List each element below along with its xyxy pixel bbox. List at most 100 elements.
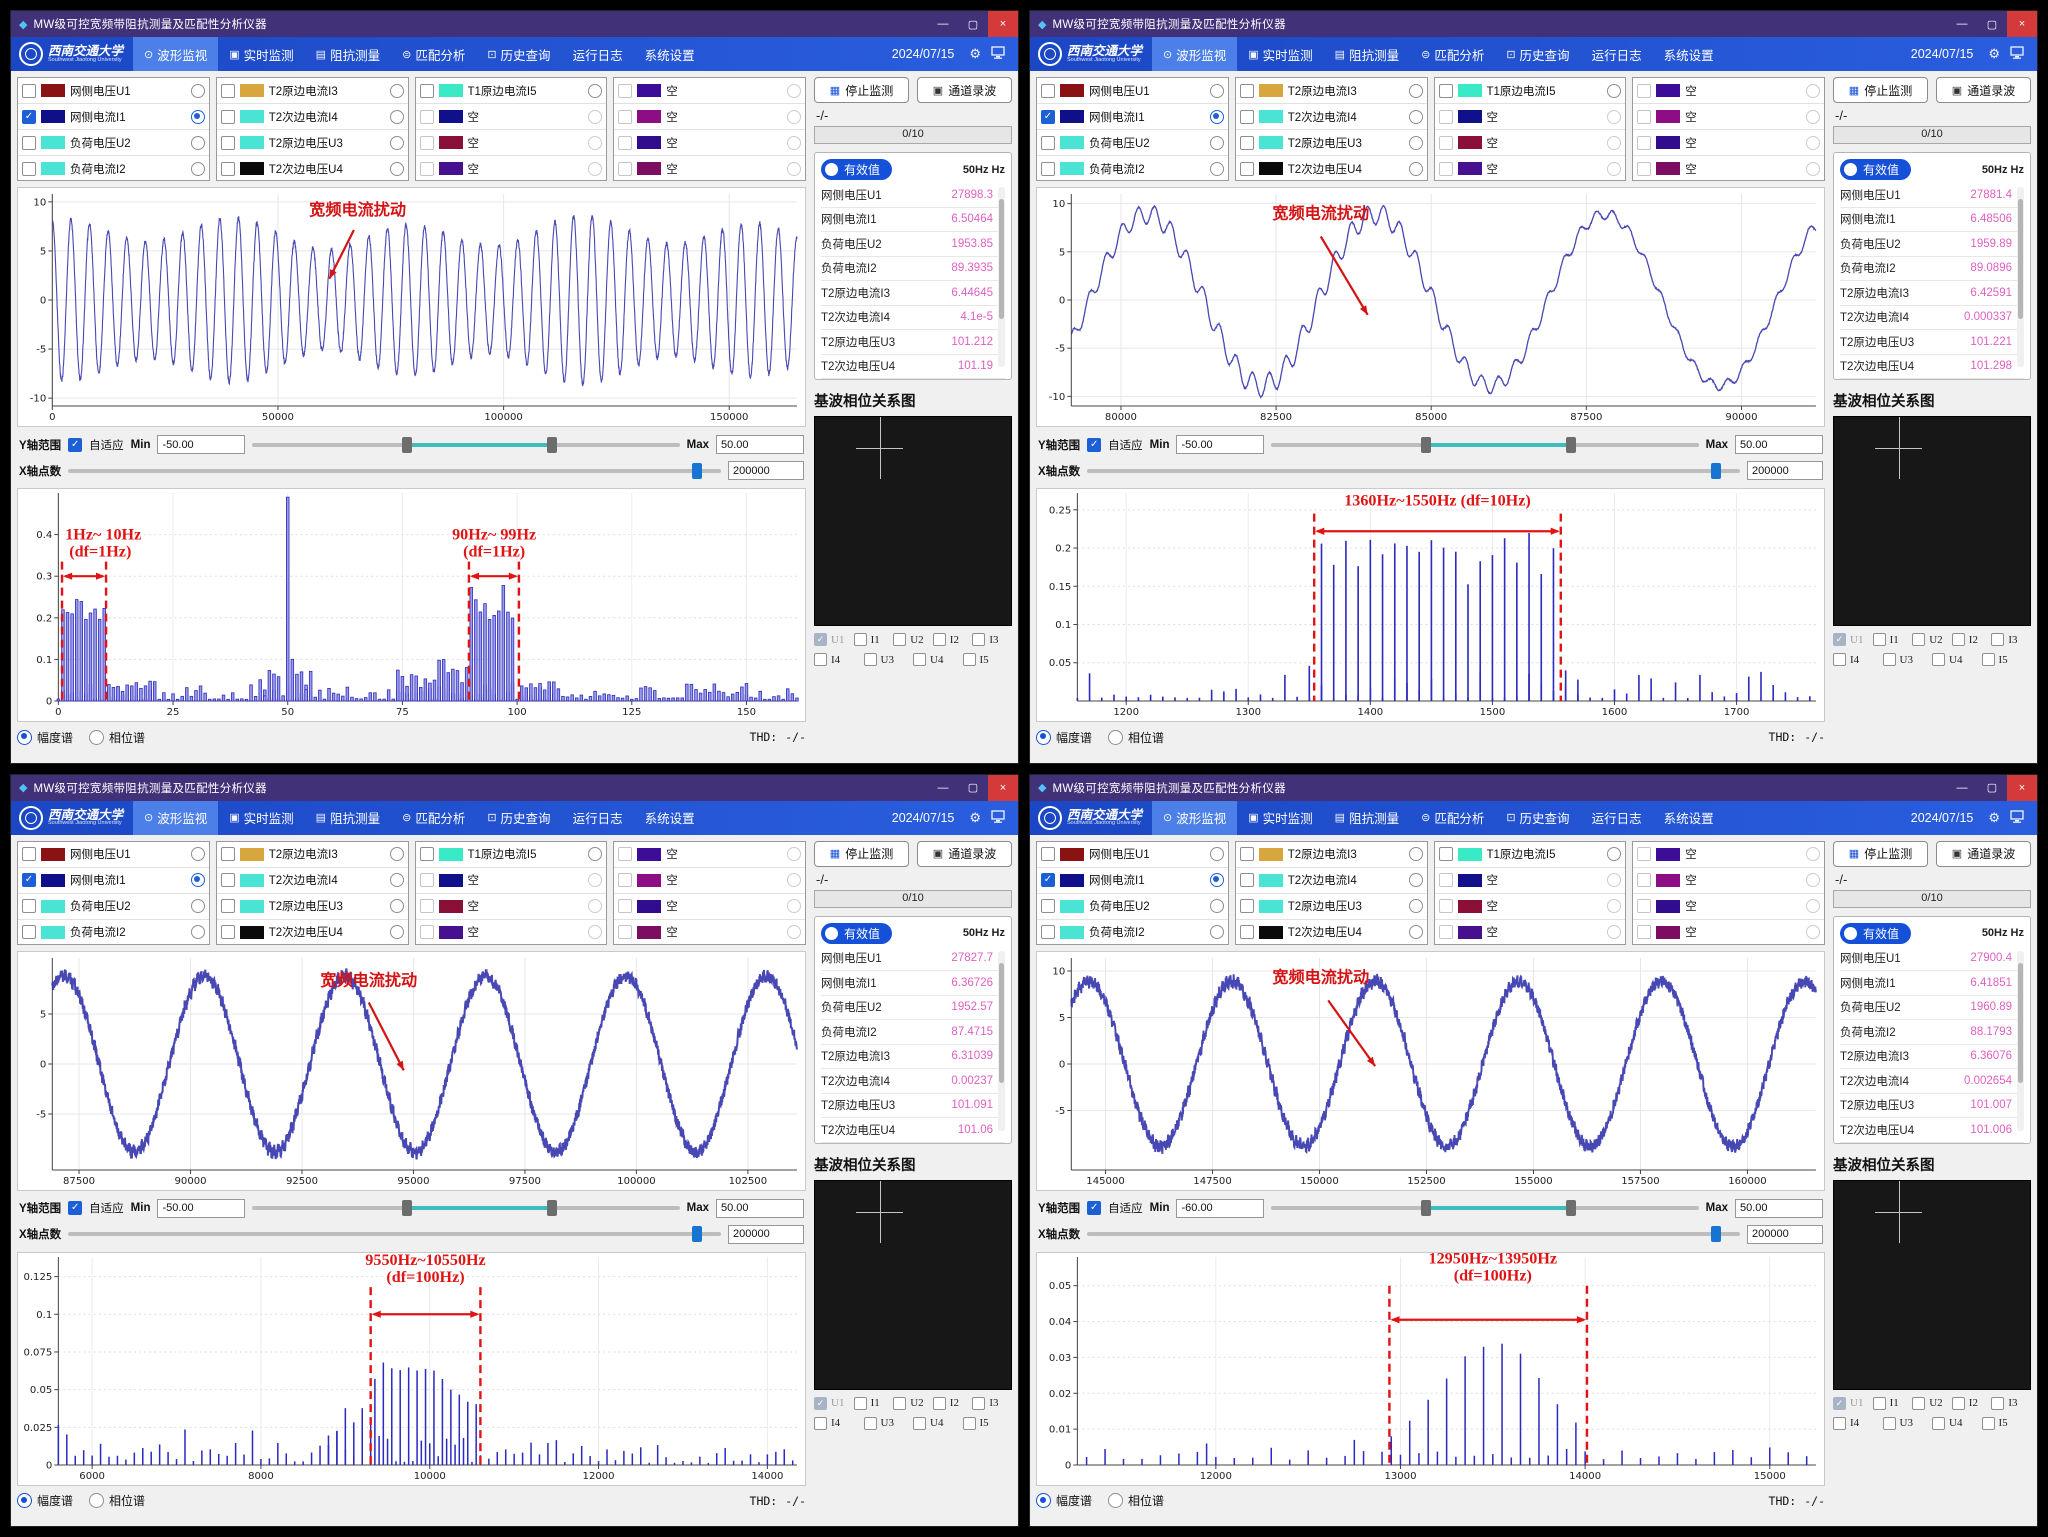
y-min-input[interactable] <box>1176 435 1264 454</box>
monitor-icon[interactable] <box>991 46 1005 62</box>
channel-checkbox[interactable]: ✓ <box>1041 110 1055 124</box>
phase-checkbox[interactable] <box>1833 653 1846 666</box>
phase-checkbox[interactable] <box>972 1397 985 1410</box>
phase-checkbox[interactable] <box>1873 633 1886 646</box>
channel-checkbox[interactable] <box>420 136 434 150</box>
phase-check-I3[interactable]: I3 <box>1991 633 2031 646</box>
phase-checkbox[interactable] <box>893 633 906 646</box>
channel-radio[interactable] <box>1806 899 1820 913</box>
channel-radio[interactable] <box>1607 873 1621 887</box>
channel-radio[interactable] <box>588 84 602 98</box>
phase-check-U3[interactable]: U3 <box>1883 1417 1933 1430</box>
tab-运行日志[interactable]: 运行日志 <box>1581 37 1653 71</box>
minimize-button[interactable]: — <box>1947 11 1977 37</box>
phase-checkbox[interactable]: ✓ <box>1833 633 1846 646</box>
window-titlebar[interactable]: ◆ MW级可控宽频带阻抗测量及匹配性分析仪器 — ▢ × <box>1030 775 2037 801</box>
rms-toggle[interactable]: 有效值 <box>1840 923 1911 944</box>
channel-radio[interactable] <box>1806 162 1820 176</box>
tab-运行日志[interactable]: 运行日志 <box>1581 801 1653 835</box>
channel-checkbox[interactable] <box>1439 84 1453 98</box>
channel-radio[interactable] <box>390 925 404 939</box>
phase-checkbox[interactable] <box>1883 1417 1896 1430</box>
channel-radio[interactable] <box>390 899 404 913</box>
tab-实时监测[interactable]: ▣实时监测 <box>218 37 304 71</box>
close-button[interactable]: × <box>2007 11 2037 37</box>
phase-check-I3[interactable]: I3 <box>1991 1397 2031 1410</box>
channel-radio[interactable] <box>1806 873 1820 887</box>
channel-radio[interactable] <box>1409 873 1423 887</box>
channel-checkbox[interactable] <box>618 847 632 861</box>
channel-radio[interactable] <box>787 847 801 861</box>
phase-checkbox[interactable] <box>972 633 985 646</box>
x-points-slider[interactable] <box>1087 1226 1740 1242</box>
y-range-slider-handle-low[interactable] <box>1421 1200 1431 1216</box>
tab-匹配分析[interactable]: ⊜匹配分析 <box>1410 801 1495 835</box>
close-button[interactable]: × <box>988 775 1018 801</box>
phase-checkbox[interactable] <box>1912 633 1925 646</box>
channel-radio[interactable] <box>1806 84 1820 98</box>
channel-radio[interactable] <box>390 110 404 124</box>
channel-radio[interactable] <box>1409 899 1423 913</box>
channel-radio[interactable] <box>1806 925 1820 939</box>
channel-radio[interactable] <box>588 925 602 939</box>
monitor-icon[interactable] <box>2010 46 2024 62</box>
window-titlebar[interactable]: ◆ MW级可控宽频带阻抗测量及匹配性分析仪器 — ▢ × <box>1030 11 2037 37</box>
stop-monitor-button[interactable]: ▦ 停止监测 <box>1833 841 1928 867</box>
close-button[interactable]: × <box>988 11 1018 37</box>
maximize-button[interactable]: ▢ <box>958 11 988 37</box>
channel-radio[interactable] <box>588 899 602 913</box>
phase-check-U4[interactable]: U4 <box>913 1417 963 1430</box>
channel-radio[interactable] <box>1409 136 1423 150</box>
tab-阻抗测量[interactable]: ▤阻抗测量 <box>305 37 391 71</box>
channel-record-button[interactable]: ▣ 通道录波 <box>917 841 1012 867</box>
tab-系统设置[interactable]: 系统设置 <box>634 801 706 835</box>
channel-checkbox[interactable] <box>1041 84 1055 98</box>
x-points-slider-handle[interactable] <box>1711 463 1721 479</box>
y-max-input[interactable] <box>1735 435 1823 454</box>
channel-radio[interactable] <box>1806 110 1820 124</box>
channel-radio[interactable] <box>1210 84 1224 98</box>
channel-checkbox[interactable] <box>1041 162 1055 176</box>
channel-radio[interactable] <box>1210 110 1224 124</box>
channel-checkbox[interactable] <box>22 899 36 913</box>
autoscale-checkbox[interactable]: ✓ <box>68 1201 82 1215</box>
phase-check-U4[interactable]: U4 <box>913 653 963 666</box>
phase-check-U2[interactable]: U2 <box>893 633 933 646</box>
channel-checkbox[interactable] <box>1637 136 1651 150</box>
y-range-slider-handle-low[interactable] <box>402 1200 412 1216</box>
phase-checkbox[interactable] <box>893 1397 906 1410</box>
channel-checkbox[interactable] <box>1439 925 1453 939</box>
channel-checkbox[interactable] <box>22 925 36 939</box>
channel-radio[interactable] <box>1806 136 1820 150</box>
gear-icon[interactable]: ⚙ <box>969 810 981 826</box>
phase-check-I2[interactable]: I2 <box>1952 633 1992 646</box>
channel-checkbox[interactable]: ✓ <box>22 873 36 887</box>
y-range-slider[interactable] <box>252 437 679 453</box>
phase-check-I4[interactable]: I4 <box>1833 653 1883 666</box>
tab-波形监视[interactable]: ⊙波形监视 <box>1152 37 1237 71</box>
channel-radio[interactable] <box>1409 925 1423 939</box>
tab-历史查询[interactable]: ⊡历史查询 <box>1495 801 1580 835</box>
channel-radio[interactable] <box>1806 847 1820 861</box>
channel-radio[interactable] <box>1210 136 1224 150</box>
channel-radio[interactable] <box>1210 847 1224 861</box>
rms-toggle[interactable]: 有效值 <box>821 159 892 180</box>
channel-checkbox[interactable] <box>1439 847 1453 861</box>
phase-checkbox[interactable] <box>1991 633 2004 646</box>
phase-checkbox[interactable] <box>814 653 827 666</box>
channel-checkbox[interactable] <box>420 847 434 861</box>
channel-checkbox[interactable] <box>420 899 434 913</box>
channel-checkbox[interactable] <box>1439 110 1453 124</box>
channel-checkbox[interactable] <box>1439 899 1453 913</box>
tab-历史查询[interactable]: ⊡历史查询 <box>476 37 561 71</box>
phase-check-U3[interactable]: U3 <box>864 1417 914 1430</box>
amplitude-spectrum-radio[interactable] <box>1036 730 1051 745</box>
tab-阻抗测量[interactable]: ▤阻抗测量 <box>1324 801 1410 835</box>
phase-check-I5[interactable]: I5 <box>1982 653 2032 666</box>
channel-radio[interactable] <box>1210 925 1224 939</box>
phase-checkbox[interactable] <box>1952 1397 1965 1410</box>
y-max-input[interactable] <box>716 435 804 454</box>
x-points-slider[interactable] <box>1087 463 1740 479</box>
phase-checkbox[interactable] <box>854 1397 867 1410</box>
phase-check-I4[interactable]: I4 <box>814 1417 864 1430</box>
